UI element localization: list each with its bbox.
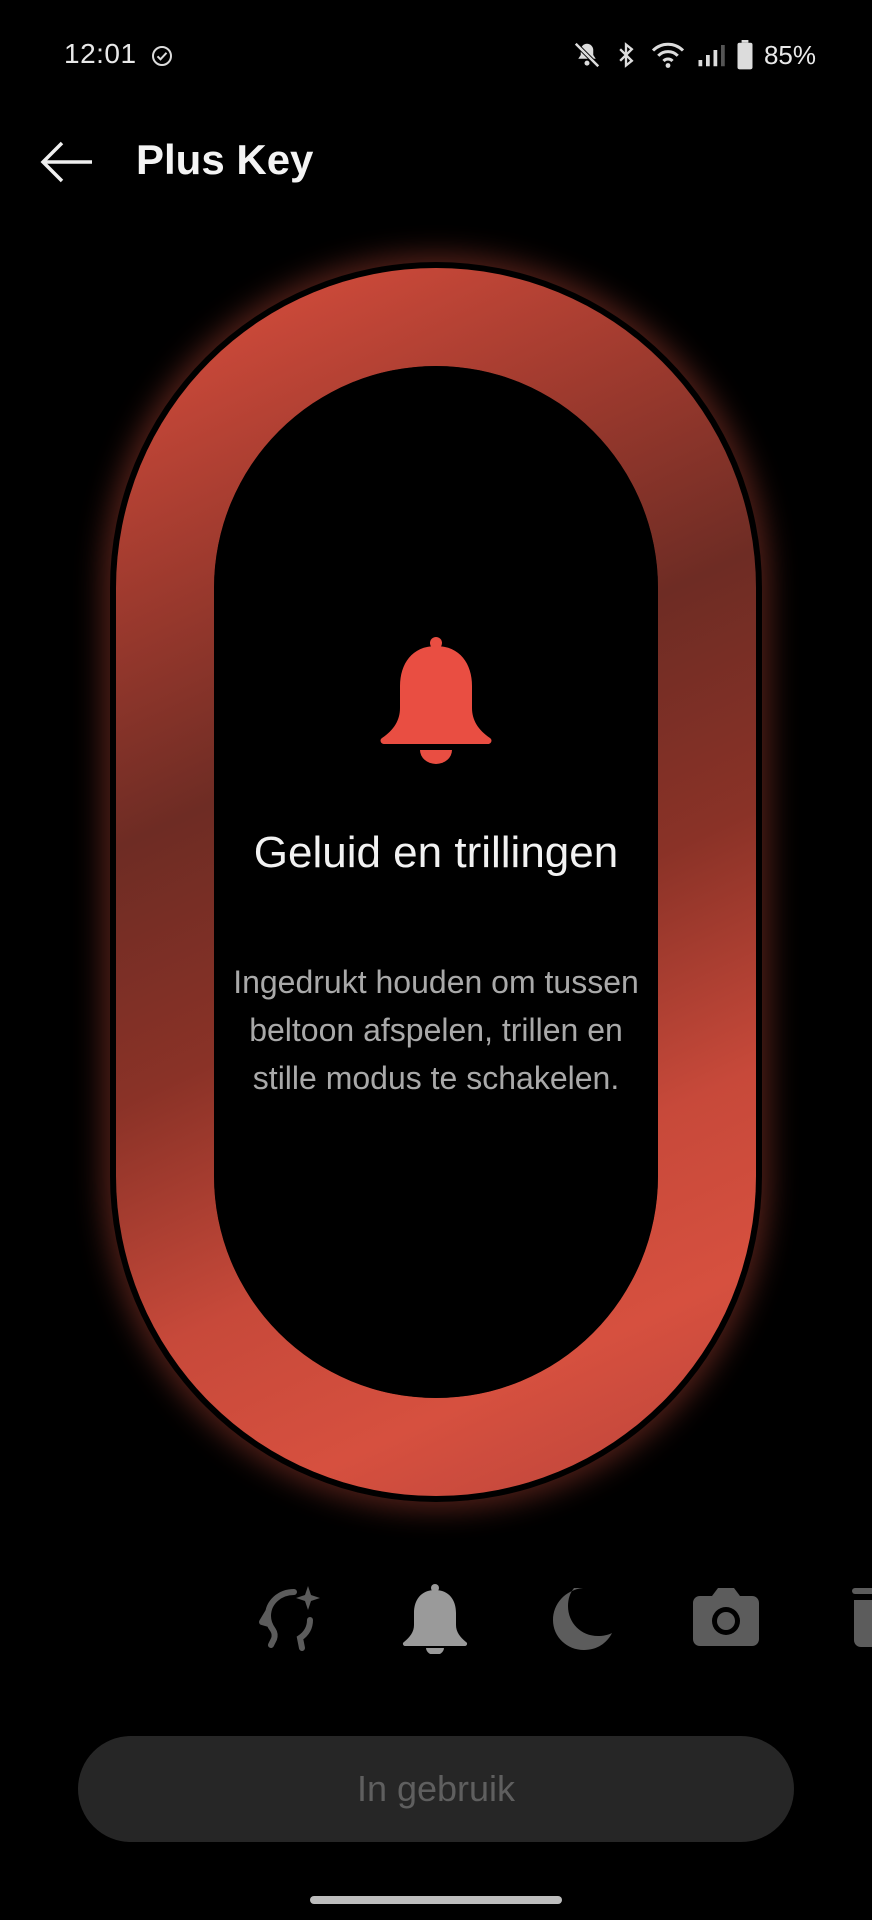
partial-icon[interactable] bbox=[848, 1582, 872, 1654]
wifi-icon bbox=[651, 42, 685, 68]
arrow-left-icon[interactable] bbox=[38, 132, 98, 192]
battery-percentage: 85% bbox=[763, 39, 816, 70]
battery-icon bbox=[737, 40, 753, 70]
ai-sparkle-icon[interactable] bbox=[254, 1582, 326, 1654]
app-header: Plus Key bbox=[0, 120, 872, 202]
moon-icon[interactable] bbox=[545, 1582, 617, 1654]
bell-icon bbox=[380, 637, 492, 764]
home-indicator[interactable] bbox=[310, 1896, 562, 1904]
status-bar: 12:01 85% bbox=[0, 0, 872, 110]
bluetooth-icon bbox=[619, 42, 634, 68]
bell-icon[interactable] bbox=[399, 1582, 471, 1654]
check-circle-icon bbox=[152, 46, 172, 66]
signal-icon bbox=[698, 45, 725, 67]
plus-key-screen: 12:01 85% Plus Key Geluid en trillingen … bbox=[0, 0, 872, 1920]
status-icons: 85% bbox=[572, 38, 816, 72]
feature-description: Ingedrukt houden om tussen beltoon afspe… bbox=[233, 964, 639, 1096]
camera-icon[interactable] bbox=[690, 1582, 762, 1654]
feature-title: Geluid en trillingen bbox=[253, 828, 619, 877]
status-time: 12:01 bbox=[64, 38, 137, 69]
bell-muted-icon bbox=[574, 42, 600, 68]
page-title: Plus Key bbox=[136, 136, 314, 183]
mode-selector bbox=[0, 1582, 872, 1658]
in-use-button[interactable]: In gebruik bbox=[78, 1736, 794, 1842]
